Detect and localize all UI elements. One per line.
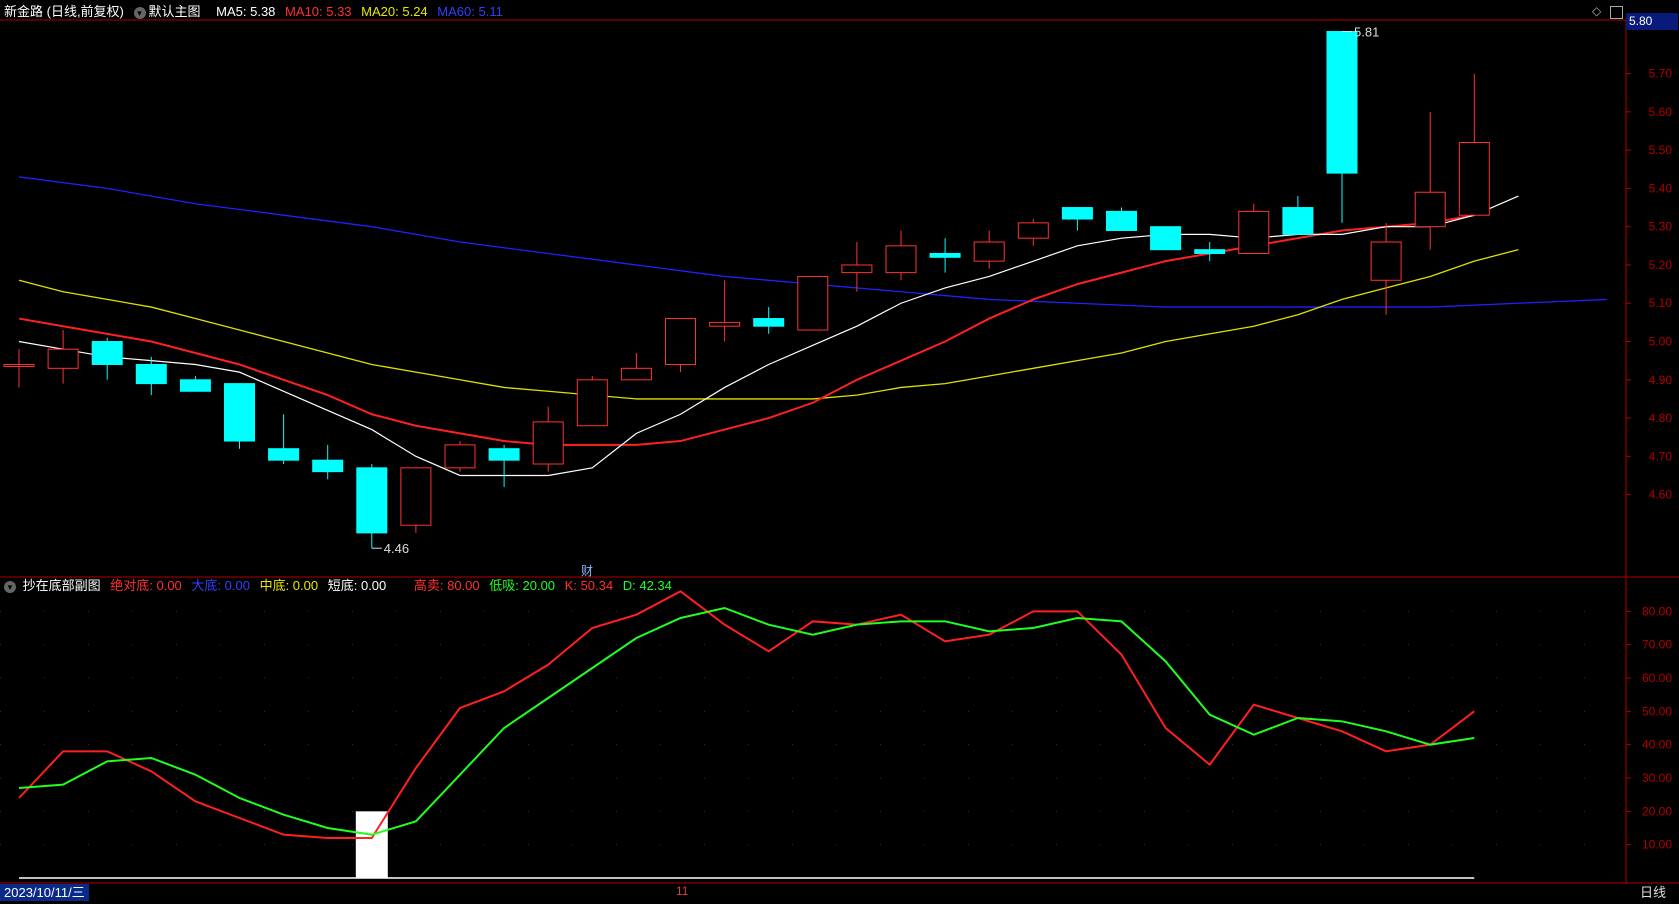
main-header: 新金路 (日线,前复权) ▾ 默认主图 MA5: 5.38 MA10: 5.33 … <box>4 4 509 20</box>
candle-body <box>224 383 255 442</box>
high-sell-label: 高卖: 80.00 <box>413 578 480 593</box>
chart-canvas: 5.70 5.60 5.50 5.40 5.30 5.20 5.10 5.00 4.90 4.80… <box>0 19 1679 884</box>
candle-body <box>1414 191 1446 228</box>
y-tick-label: 5.40 <box>1649 181 1673 195</box>
y-tick-label: 5.60 <box>1649 105 1673 119</box>
candle-body <box>1017 222 1049 239</box>
candle-body <box>841 264 873 274</box>
candle-body <box>709 321 741 327</box>
candle-body <box>753 318 785 327</box>
y-tick-label: 5.00 <box>1649 335 1673 349</box>
candle-body <box>47 348 79 369</box>
diamond-icon[interactable]: ◇ <box>1592 4 1601 18</box>
candle-body <box>91 341 123 365</box>
candle-body <box>665 318 696 365</box>
short-bottom-label: 短底: 0.00 <box>327 578 387 593</box>
candle-body <box>356 467 388 534</box>
period-selector[interactable]: 日线 <box>1640 884 1666 902</box>
stock-name: 新金路 (日线,前复权) <box>4 4 124 19</box>
candle-body <box>1370 241 1402 281</box>
big-bottom-label: 大底: 0.00 <box>191 578 250 593</box>
abs-bottom-label: 绝对底: 0.00 <box>110 578 182 593</box>
sub-y-tick-label: 20.00 <box>1642 804 1672 818</box>
candle-body <box>400 467 432 526</box>
ma20-label: MA20: 5.24 <box>361 4 428 19</box>
chevron-down-icon[interactable]: ▾ <box>4 581 16 593</box>
candle-body <box>973 241 1005 262</box>
candle-body <box>620 367 652 381</box>
candle-body <box>1150 226 1182 251</box>
candle-body <box>135 363 167 385</box>
mid-bottom-label: 中底: 0.00 <box>259 578 319 593</box>
chevron-down-icon: ▾ <box>133 7 146 19</box>
sub-y-tick-label: 50.00 <box>1642 704 1672 718</box>
maximize-icon[interactable] <box>1610 6 1623 19</box>
candle-body <box>179 379 211 392</box>
min-price-label: 4.46 <box>384 541 409 556</box>
candle-body <box>312 459 344 473</box>
current-price-badge: 5.80 <box>1626 13 1678 30</box>
chart-mode-label: 默认主图 <box>148 4 201 19</box>
y-tick-label: 5.30 <box>1649 220 1673 234</box>
ma60-label: MA60: 5.11 <box>437 4 503 19</box>
financial-report-marker[interactable]: 财 <box>581 562 593 579</box>
candle-body <box>488 448 520 461</box>
sub-y-tick-label: 70.00 <box>1642 638 1672 652</box>
y-tick-label: 4.90 <box>1649 373 1673 387</box>
candle-body <box>532 421 564 465</box>
candle-body <box>885 245 917 274</box>
sub-header: ▾ 抄在底部副图 绝对底: 0.00 大底: 0.00 中底: 0.00 短底:… <box>4 578 678 594</box>
candle-body <box>1194 249 1226 254</box>
sub-y-tick-label: 30.00 <box>1642 771 1672 785</box>
sub-y-tick-label: 10.00 <box>1642 838 1672 852</box>
candle-body <box>929 252 961 258</box>
candle-body <box>1106 210 1137 232</box>
sub-y-tick-label: 40.00 <box>1642 738 1672 752</box>
y-tick-label: 4.80 <box>1649 411 1673 425</box>
y-tick-label: 4.60 <box>1649 488 1673 502</box>
ma5-label: MA5: 5.38 <box>216 4 276 19</box>
candle-body <box>268 448 300 461</box>
k-value-label: K: 50.34 <box>564 578 614 593</box>
month-marker: 11 <box>676 884 689 898</box>
candle-body <box>576 379 608 427</box>
d-value-label: D: 42.34 <box>622 578 672 593</box>
date-readout: 2023/10/11/三 <box>0 884 89 901</box>
d-line <box>18 606 1475 836</box>
candle-body <box>1282 207 1314 235</box>
y-tick-label: 5.20 <box>1649 258 1673 272</box>
y-tick-label: 5.10 <box>1649 296 1673 310</box>
ma10-label: MA10: 5.33 <box>285 4 352 19</box>
k-line <box>18 590 1475 839</box>
candle-body <box>1238 210 1270 254</box>
candle-body <box>1061 207 1093 220</box>
y-tick-label: 5.70 <box>1649 67 1673 81</box>
sub-y-tick-label: 60.00 <box>1642 671 1672 685</box>
candle-body <box>1326 30 1358 174</box>
sub-y-tick-label: 80.00 <box>1642 604 1672 618</box>
indicator-name: 抄在底部副图 <box>22 578 101 593</box>
candle-body <box>797 275 829 331</box>
y-tick-label: 5.50 <box>1649 143 1673 157</box>
candle-body <box>444 444 476 469</box>
chart-mode-dropdown[interactable]: ▾ 默认主图 <box>133 4 211 19</box>
max-price-label: 5.81 <box>1354 24 1379 39</box>
candle-body <box>1458 141 1490 216</box>
candle-body <box>3 363 35 367</box>
y-tick-label: 4.70 <box>1649 449 1673 463</box>
low-buy-label: 低吸: 20.00 <box>489 578 556 593</box>
